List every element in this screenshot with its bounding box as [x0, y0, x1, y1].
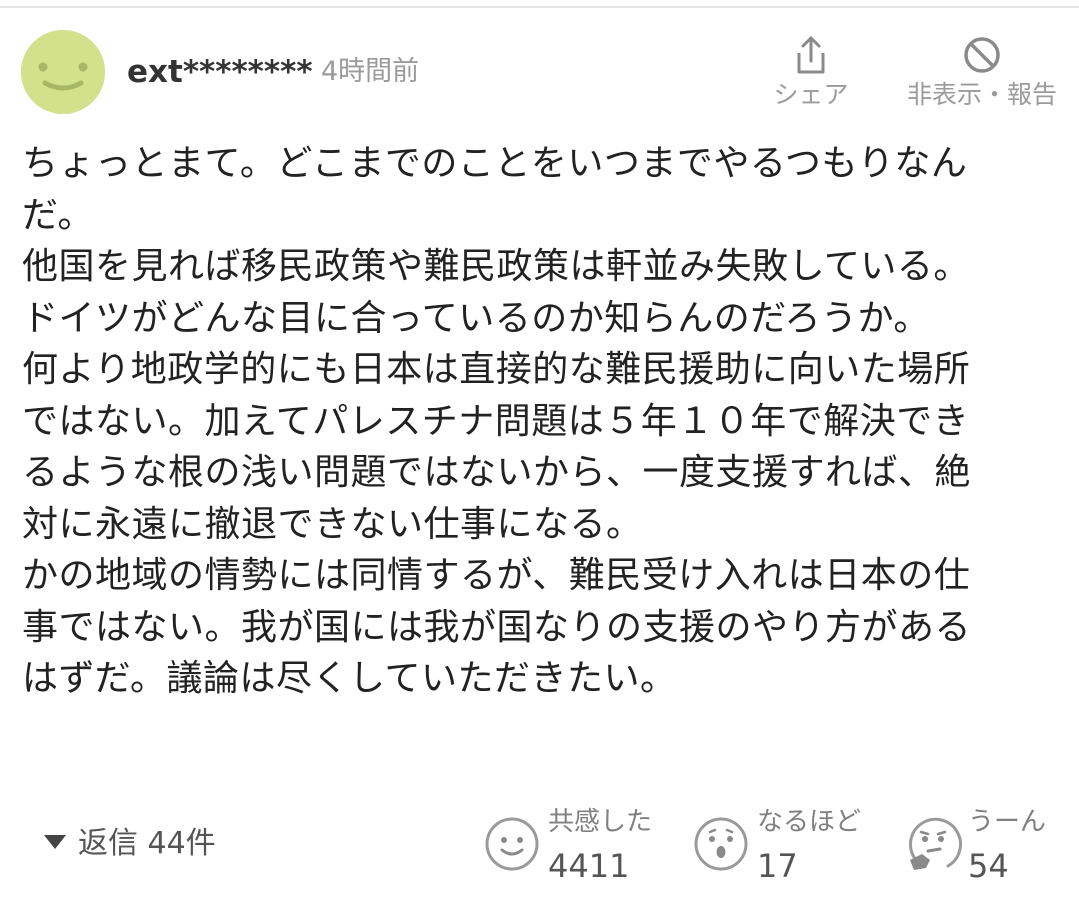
smiley-avatar-icon	[21, 30, 105, 114]
block-icon	[964, 37, 1000, 73]
comment-line: 事ではない。我が国には我が国なりの支援のやり方がある	[22, 606, 972, 648]
comment-line: ではない。加えてパレスチナ問題は５年１０年で解決でき	[22, 400, 970, 442]
reaction-label: うーん	[968, 807, 1047, 837]
comment-line: 他国を見れば移民政策や難民政策は軒並み失敗している。	[22, 246, 970, 287]
hide-report-button[interactable]: 非表示・報告	[896, 34, 1068, 110]
reaction-uun-button[interactable]: うーん 54	[904, 806, 1074, 886]
reaction-empathy-button[interactable]: 共感した 4411	[484, 806, 674, 886]
reaction-label: 共感した	[548, 807, 653, 837]
reaction-label: なるほど	[757, 807, 862, 837]
divider	[0, 6, 1079, 8]
replies-label: 返信	[78, 826, 138, 861]
comment-card: ext******** 4時間前 シェア 非表示・報告 ちょっとまて。どこまでの…	[0, 0, 1079, 908]
replies-toggle[interactable]: 返信 44件	[44, 822, 216, 866]
triangle-down-icon	[44, 834, 66, 849]
comment-line: ドイツがどんな目に合っているのか知らんのだろうか。	[22, 297, 930, 339]
hide-report-label: 非表示・報告	[906, 80, 1057, 109]
avatar[interactable]	[21, 30, 105, 114]
comment-line: ちょっとまて。どこまでのことをいつまでやるつもりなん	[22, 143, 968, 184]
comment-line: だ。	[22, 194, 94, 236]
reaction-naruhodo-button[interactable]: なるほど 17	[693, 806, 883, 886]
reaction-count: 4411	[548, 847, 630, 885]
comment-line: るような根の浅い問題ではないから、一度支援すれば、絶	[22, 452, 972, 493]
share-icon	[797, 36, 825, 74]
thinking-face-icon	[909, 817, 962, 870]
comment-line: はずだ。議論は尽くしていただきたい。	[22, 658, 677, 699]
surprised-face-icon	[694, 817, 748, 871]
replies-count: 44件	[147, 826, 216, 861]
reaction-count: 54	[968, 847, 1009, 885]
share-label: シェア	[773, 80, 849, 109]
comment-line: かの地域の情勢には同情するが、難民受け入れは日本の仕	[22, 555, 971, 596]
comment-line: 対に永遠に撤退できない仕事になる。	[22, 503, 643, 545]
comment-text: ちょっとまて。どこまでのことをいつまでやるつもりなん だ。 他国を見れば移民政策…	[22, 138, 1062, 705]
smile-face-icon	[485, 817, 539, 871]
username[interactable]: ext********	[127, 50, 313, 94]
comment-line: 何より地政学的にも日本は直接的な難民援助に向いた場所	[22, 349, 971, 390]
reaction-count: 17	[757, 847, 798, 885]
share-button[interactable]: シェア	[766, 34, 856, 110]
timestamp: 4時間前	[321, 56, 420, 87]
